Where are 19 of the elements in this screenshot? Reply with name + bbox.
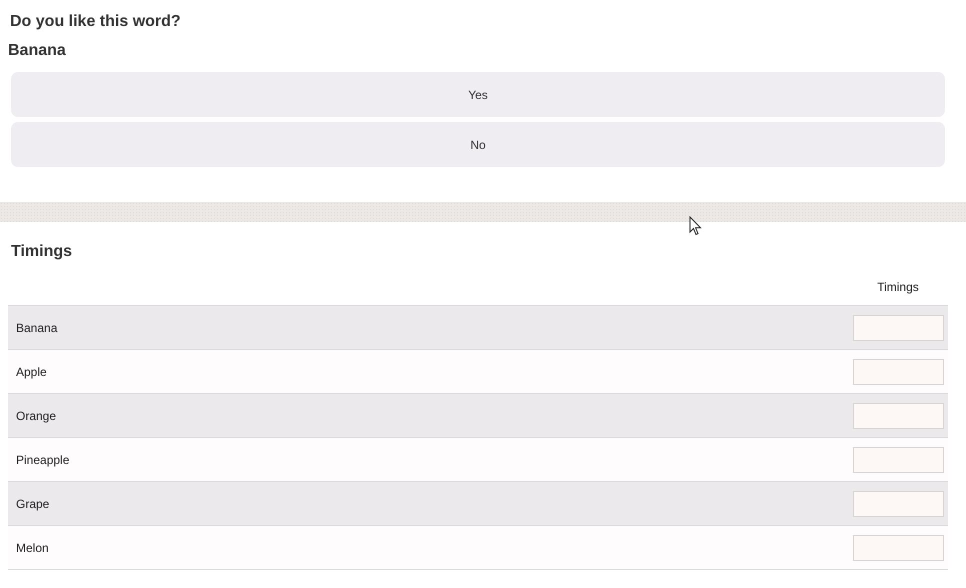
answer-button[interactable]: Yes [11,72,945,117]
row-label: Pineapple [16,452,70,466]
answer-button[interactable]: No [11,122,945,167]
word-heading: Banana [8,41,67,61]
question-title: Do you like this word? [10,12,182,32]
timing-field[interactable] [853,402,944,428]
section-title: Timings [11,242,74,262]
timing-field[interactable] [853,490,944,516]
column-header: Timings [876,280,920,294]
row-label: Melon [16,540,49,554]
timing-field[interactable] [853,446,944,472]
row-label: Orange [16,408,56,422]
row-label: Grape [16,496,50,510]
timing-field[interactable] [853,314,944,340]
row-label: Apple [16,364,47,378]
mouse-pointer-icon [689,216,702,236]
timing-field[interactable] [853,358,944,384]
row-label: Banana [16,320,58,334]
timing-field[interactable] [853,534,944,560]
